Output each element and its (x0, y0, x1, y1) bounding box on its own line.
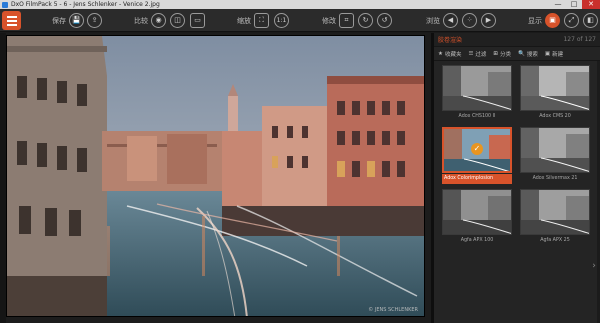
new-icon: ▣ (544, 50, 551, 57)
thumbnail-grid: Adox CHS100 II Adox CMS 20 ✓ Adox Colori… (434, 61, 600, 247)
filter-button[interactable]: ☰ 过滤 (468, 50, 486, 58)
browse-label: 浏览 (426, 17, 440, 25)
compare-label: 比较 (134, 17, 148, 25)
search-button[interactable]: 🔍 搜索 (518, 50, 538, 58)
compare-display-icon[interactable]: ◧ (583, 13, 598, 28)
crop-icon[interactable]: ⌗ (339, 13, 354, 28)
thumbnail-caption: Adox Silvermax 21 (532, 176, 578, 181)
filter-icon: ☰ (468, 50, 474, 57)
film-rendering-panel: 胶卷渲染 127 of 127 ★ 收藏夹 ☰ 过滤 ⊞ 分类 🔍 搜索 ▣ 新建 Ado… (434, 33, 600, 323)
rotate-icon[interactable]: ↻ (358, 13, 373, 28)
category-button[interactable]: ⊞ 分类 (493, 50, 511, 58)
thumbnail-caption: Agfa APX 25 (540, 238, 570, 243)
category-icon: ⊞ (493, 50, 499, 57)
selected-check-icon: ✓ (471, 143, 483, 155)
favorites-filter[interactable]: ★ 收藏夹 (438, 50, 461, 58)
zoom-value: 1:1 (276, 17, 287, 24)
main-photo: © JENS SCHLENKER (6, 35, 425, 317)
thumbnail-caption: Adox CMS 20 (539, 114, 571, 119)
next-icon[interactable]: ▶ (481, 13, 496, 28)
thumbnail-caption: Agfa APX 100 (460, 238, 494, 243)
maximize-button[interactable]: □ (566, 0, 582, 9)
minimize-button[interactable]: — (550, 0, 566, 9)
window-title: DxO FilmPack 5 - 6 - Jens Schlenker - Ve… (11, 1, 160, 8)
display-panel-icon[interactable]: ▣ (545, 13, 560, 28)
preset-count: 127 of 127 (563, 36, 596, 43)
preset-thumbnail[interactable]: Adox Silvermax 21 (520, 127, 590, 185)
fit-screen-icon[interactable]: ⛶ (254, 13, 269, 28)
preset-thumbnail[interactable]: Agfa APX 100 (442, 189, 512, 247)
fullscreen-icon[interactable]: ⤢ (564, 13, 579, 28)
thumbnail-image (442, 65, 512, 111)
hamburger-menu-button[interactable] (2, 11, 21, 30)
filter-bar: ★ 收藏夹 ☰ 过滤 ⊞ 分类 🔍 搜索 ▣ 新建 (434, 47, 600, 61)
grid-icon[interactable]: ⁘ (462, 13, 477, 28)
preset-thumbnail-selected[interactable]: ✓ Adox Colorimplosion (442, 127, 512, 185)
photo-watermark: © JENS SCHLENKER (368, 307, 418, 313)
search-icon: 🔍 (518, 50, 525, 57)
split-view-icon[interactable]: ◫ (170, 13, 185, 28)
export-icon[interactable]: ⇪ (87, 13, 102, 28)
side-by-side-icon[interactable]: ▭ (190, 13, 205, 28)
image-viewer[interactable]: © JENS SCHLENKER (6, 33, 431, 323)
preset-thumbnail[interactable]: Adox CMS 20 (520, 65, 590, 123)
close-button[interactable]: ✕ (582, 0, 600, 9)
title-bar: DxO FilmPack 5 - 6 - Jens Schlenker - Ve… (0, 0, 600, 9)
category-title[interactable]: 胶卷渲染 (438, 35, 462, 44)
star-icon: ★ (438, 50, 443, 57)
new-preset-button[interactable]: ▣ 新建 (545, 50, 563, 58)
panel-header: 胶卷渲染 127 of 127 (434, 33, 600, 47)
window-controls: — □ ✕ (550, 0, 600, 9)
thumbnail-image (520, 189, 590, 235)
preset-thumbnail[interactable]: Agfa APX 25 (520, 189, 590, 247)
thumbnail-image (442, 189, 512, 235)
previous-icon[interactable]: ◀ (443, 13, 458, 28)
main-toolbar: 保存 💾 ⇪ 比较 ◉ ◫ ▭ 缩放 ⛶ 1:1 修改 ⌗ ↻ ↺ 浏览 ◀ ⁘… (0, 9, 600, 32)
rotate-left-icon[interactable]: ↺ (377, 13, 392, 28)
preset-thumbnail[interactable]: Adox CHS100 II (442, 65, 512, 123)
display-label: 显示 (528, 17, 542, 25)
save-disk-icon[interactable]: 💾 (69, 13, 84, 28)
zoom-label: 缩放 (237, 17, 251, 25)
app-icon (2, 1, 8, 8)
thumbnail-caption: Adox CHS100 II (458, 114, 496, 119)
compare-eye-icon[interactable]: ◉ (151, 13, 166, 28)
zoom-one-to-one-button[interactable]: 1:1 (274, 13, 289, 28)
save-label: 保存 (52, 17, 66, 25)
thumbnail-caption: Adox Colorimplosion (442, 174, 512, 184)
thumbnail-image (520, 65, 590, 111)
edit-label: 修改 (322, 17, 336, 25)
thumbnail-image (520, 127, 590, 173)
